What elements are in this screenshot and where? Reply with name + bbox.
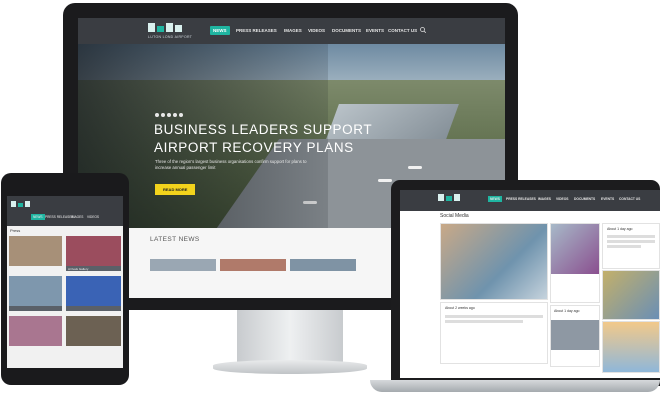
social-post-card[interactable] [602,321,660,373]
nav-documents[interactable]: DOCUMENTS [332,28,361,33]
social-post-card[interactable] [550,223,600,303]
tablet-screen: NEWS PRESS RELEASES IMAGES VIDEOS Press … [7,196,123,368]
laptop-nav-documents[interactable]: DOCUMENTS [574,197,595,201]
post-timestamp: About 1 day ago [607,227,633,231]
tablet-image-tile[interactable] [9,236,62,266]
tablet-nav-videos[interactable]: VIDEOS [87,215,99,219]
news-thumbnail[interactable] [150,259,216,271]
site-logo[interactable] [11,201,30,207]
carousel-dots[interactable] [155,113,183,117]
laptop-nav-press[interactable]: PRESS RELEASES [506,197,536,201]
latest-news-heading: LATEST NEWS [150,236,200,243]
site-logo[interactable] [148,23,182,32]
post-image [551,320,599,350]
search-icon[interactable] [420,27,426,33]
logo-subtitle: LUTON LOND AIRPORT [148,35,193,39]
laptop-nav-bar: NEWS PRESS RELEASES IMAGES VIDEOS DOCUME… [400,190,660,211]
hero-description: Three of the region's largest business o… [155,159,307,170]
post-image [603,271,659,319]
site-logo[interactable] [438,194,460,201]
hero-title-line2: AIRPORT RECOVERY PLANS [154,140,354,155]
tablet-nav-bar: NEWS PRESS RELEASES IMAGES VIDEOS [7,196,123,226]
tablet-image-tile[interactable] [9,316,62,346]
monitor-stand [237,310,343,366]
laptop-nav-contact[interactable]: CONTACT US [619,197,640,201]
aircraft [378,179,392,182]
social-post-card[interactable] [440,223,548,300]
tile-caption: Arrivals Gallery [68,267,89,271]
social-post-card[interactable]: About 2 weeks ago [440,302,548,364]
laptop-nav-news[interactable]: NEWS [488,196,502,202]
post-image [441,224,547,299]
nav-videos[interactable]: VIDEOS [308,28,325,33]
post-image [603,322,659,372]
laptop-base [370,380,660,392]
tablet-image-tile[interactable] [66,276,121,306]
social-post-card[interactable]: About 1 day ago [602,223,660,269]
laptop-nav-events[interactable]: EVENTS [601,197,614,201]
post-timestamp: About 1 day ago [554,309,580,313]
read-more-button[interactable]: READ MORE [155,184,196,195]
tablet-image-tile[interactable] [66,236,121,266]
nav-images[interactable]: IMAGES [284,28,302,33]
aircraft [408,166,422,169]
nav-contact-us[interactable]: CONTACT US [388,28,417,33]
social-post-card[interactable]: About 1 day ago [550,305,600,367]
social-post-card[interactable] [602,270,660,320]
tablet-nav-press[interactable]: PRESS RELEASES [45,215,74,219]
tablet-section-heading: Press [10,228,21,233]
desktop-nav-bar: LUTON LOND AIRPORT NEWS PRESS RELEASES I… [78,18,505,44]
tablet-nav-news[interactable]: NEWS [31,214,45,220]
laptop-nav-images[interactable]: IMAGES [538,197,551,201]
nav-events[interactable]: EVENTS [366,28,384,33]
nav-press-releases[interactable]: PRESS RELEASES [236,28,277,33]
news-thumbnail[interactable] [220,259,286,271]
laptop-nav-videos[interactable]: VIDEOS [556,197,568,201]
tablet-image-tile[interactable] [9,276,62,306]
monitor-base [213,360,367,374]
nav-news[interactable]: NEWS [210,26,230,35]
tablet-image-tile[interactable] [66,316,121,346]
post-timestamp: About 2 weeks ago [445,306,475,310]
post-image [551,224,599,274]
news-thumbnail[interactable] [290,259,356,271]
hero-title-line1: BUSINESS LEADERS SUPPORT [154,122,373,137]
tablet-nav-images[interactable]: IMAGES [71,215,83,219]
laptop-section-heading: Social Media [440,213,469,219]
laptop-screen: NEWS PRESS RELEASES IMAGES VIDEOS DOCUME… [400,190,660,378]
